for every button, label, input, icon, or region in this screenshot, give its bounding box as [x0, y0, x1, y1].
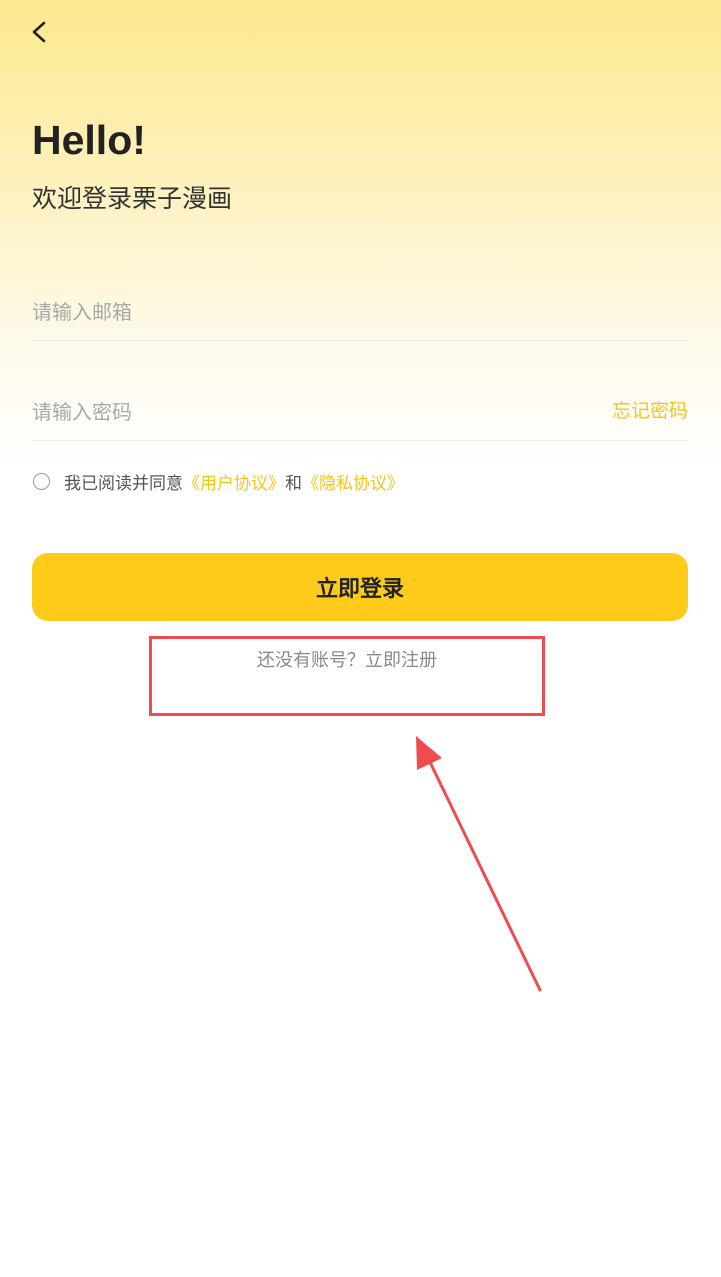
password-input[interactable]	[32, 390, 572, 434]
agreement-row: 我已阅读并同意 《用户协议》 和 《隐私协议》	[33, 468, 404, 494]
back-button[interactable]	[22, 14, 58, 50]
chevron-left-icon	[32, 21, 46, 43]
login-button[interactable]: 立即登录	[32, 553, 688, 621]
email-field-row	[32, 290, 688, 341]
annotation-arrow	[416, 736, 542, 992]
forgot-password-link[interactable]: 忘记密码	[612, 398, 688, 424]
agreement-prefix: 我已阅读并同意	[64, 473, 183, 494]
email-input[interactable]	[32, 290, 572, 334]
agreement-conjunction: 和	[285, 473, 302, 494]
register-link[interactable]: 还没有账号？立即注册	[150, 648, 544, 674]
user-agreement-link[interactable]: 《用户协议》	[183, 469, 285, 494]
privacy-policy-link[interactable]: 《隐私协议》	[302, 469, 404, 494]
greeting-title: Hello!	[32, 117, 146, 163]
greeting-subtitle: 欢迎登录栗子漫画	[32, 184, 233, 213]
agreement-radio[interactable]	[33, 472, 50, 490]
login-button-label: 立即登录	[315, 577, 404, 602]
password-field-row: 忘记密码	[32, 390, 688, 441]
login-screen: Hello! 欢迎登录栗子漫画 忘记密码 我已阅读并同意 《用户协议》 和 《隐…	[0, 0, 721, 1277]
